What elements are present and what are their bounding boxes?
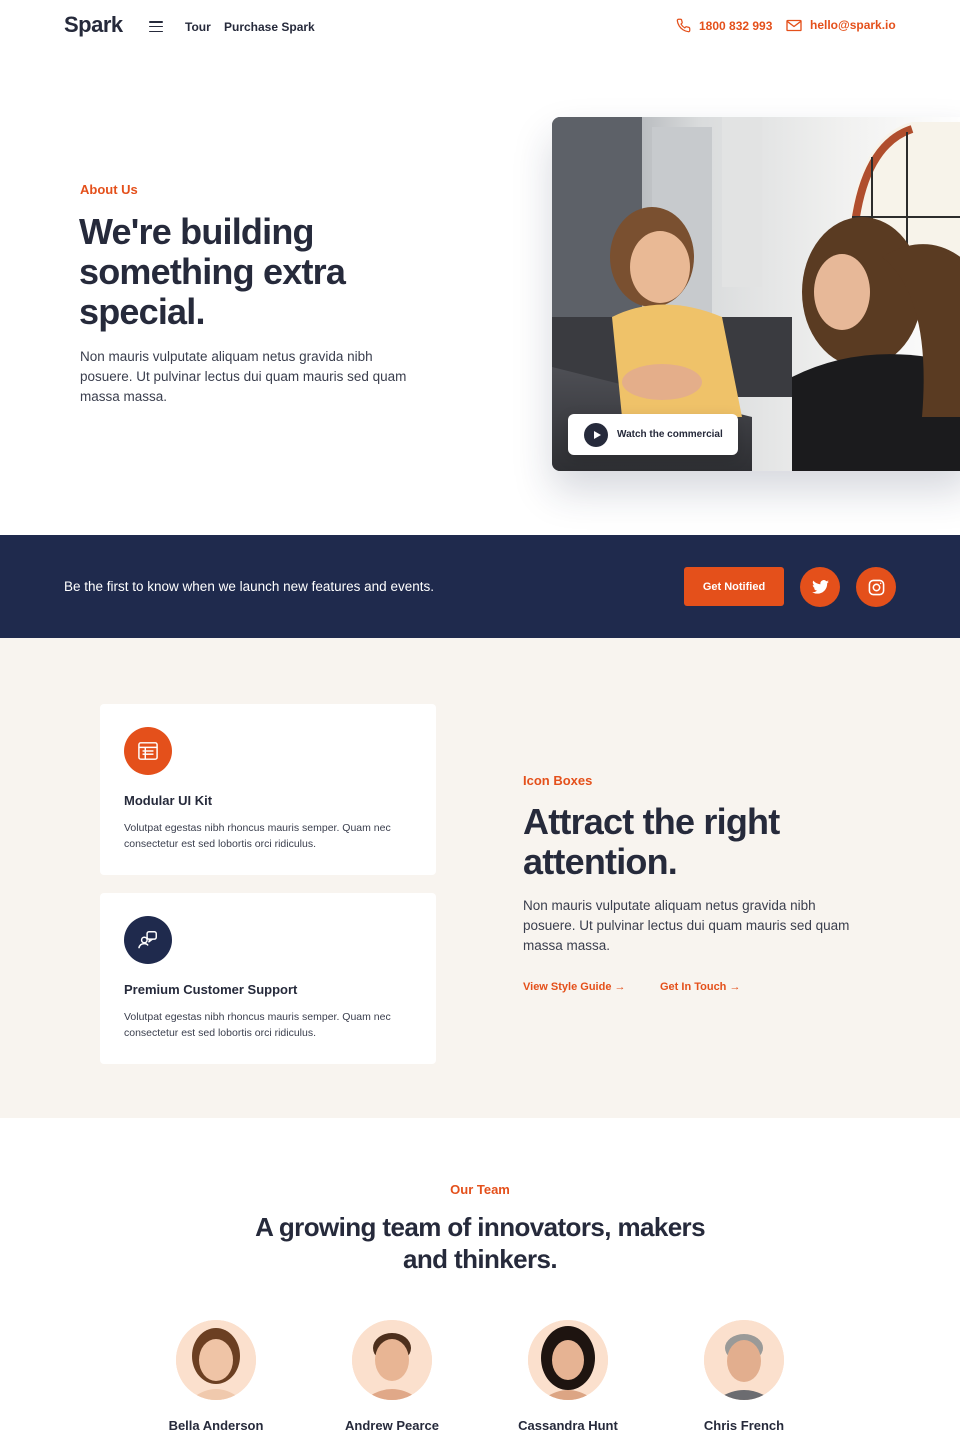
card-text: Volutpat egestas nibh rhoncus mauris sem… [124, 1011, 391, 1039]
icon-boxes-title: Attract the right attention. [523, 801, 780, 882]
play-icon [584, 422, 608, 447]
card-title: Premium Customer Support [124, 982, 298, 997]
member-name: Cassandra Hunt [518, 1418, 618, 1433]
hero-text: Non mauris vulputate aliquam netus gravi… [80, 349, 407, 404]
support-chat-icon [124, 916, 172, 964]
hero-title: We're building something extra special. [79, 211, 346, 332]
team-kicker: Our Team [450, 1182, 510, 1197]
view-style-guide-link[interactable]: View Style Guide → [523, 981, 626, 993]
team-member[interactable]: Andrew Pearce [322, 1320, 462, 1433]
member-name: Chris French [703, 1418, 785, 1433]
get-notified-button[interactable]: Get Notified [684, 567, 784, 606]
phone-link[interactable]: 1800 832 993 [676, 18, 772, 33]
icon-boxes-text: Non mauris vulputate aliquam netus gravi… [523, 898, 850, 953]
avatar [352, 1320, 432, 1400]
twitter-button[interactable] [800, 567, 840, 607]
member-name: Bella Anderson [168, 1418, 264, 1433]
hero-kicker: About Us [80, 182, 138, 197]
watch-commercial-label: Watch the commercial [617, 429, 723, 440]
card-text: Volutpat egestas nibh rhoncus mauris sem… [124, 822, 391, 850]
icon-boxes-section: Modular UI Kit Volutpat egestas nibh rho… [0, 638, 960, 1118]
avatar [528, 1320, 608, 1400]
email-address: hello@spark.io [810, 18, 896, 32]
avatar [704, 1320, 784, 1400]
logo[interactable]: Spark [64, 12, 123, 38]
card-title: Modular UI Kit [124, 793, 213, 808]
team-title: A growing team of innovators, makers and… [255, 1212, 705, 1274]
instagram-button[interactable] [856, 567, 896, 607]
phone-number: 1800 832 993 [699, 18, 773, 33]
menu-icon[interactable] [149, 21, 163, 33]
phone-icon [676, 18, 691, 33]
mail-icon [786, 19, 802, 31]
nav-link-tour[interactable]: Tour [185, 20, 211, 34]
team-member[interactable]: Bella Anderson [146, 1320, 286, 1433]
notify-banner: Be the first to know when we launch new … [0, 535, 960, 638]
team-member[interactable]: Chris French [674, 1320, 814, 1433]
feature-card: Premium Customer Support Volutpat egesta… [100, 893, 436, 1064]
banner-text: Be the first to know when we launch new … [64, 579, 434, 594]
instagram-icon [868, 579, 884, 595]
site-header: Spark Tour Purchase Spark 1800 832 993 h… [0, 0, 960, 54]
watch-commercial-button[interactable]: Watch the commercial [568, 414, 738, 455]
get-in-touch-link[interactable]: Get In Touch → [660, 981, 740, 993]
email-link[interactable]: hello@spark.io [786, 18, 896, 32]
twitter-icon [811, 580, 829, 594]
nav-link-purchase[interactable]: Purchase Spark [224, 20, 315, 34]
feature-card: Modular UI Kit Volutpat egestas nibh rho… [100, 704, 436, 875]
team-member[interactable]: Cassandra Hunt [498, 1320, 638, 1433]
browser-window-icon [124, 727, 172, 775]
member-name: Andrew Pearce [345, 1418, 439, 1433]
icon-boxes-kicker: Icon Boxes [523, 773, 593, 788]
avatar [176, 1320, 256, 1400]
